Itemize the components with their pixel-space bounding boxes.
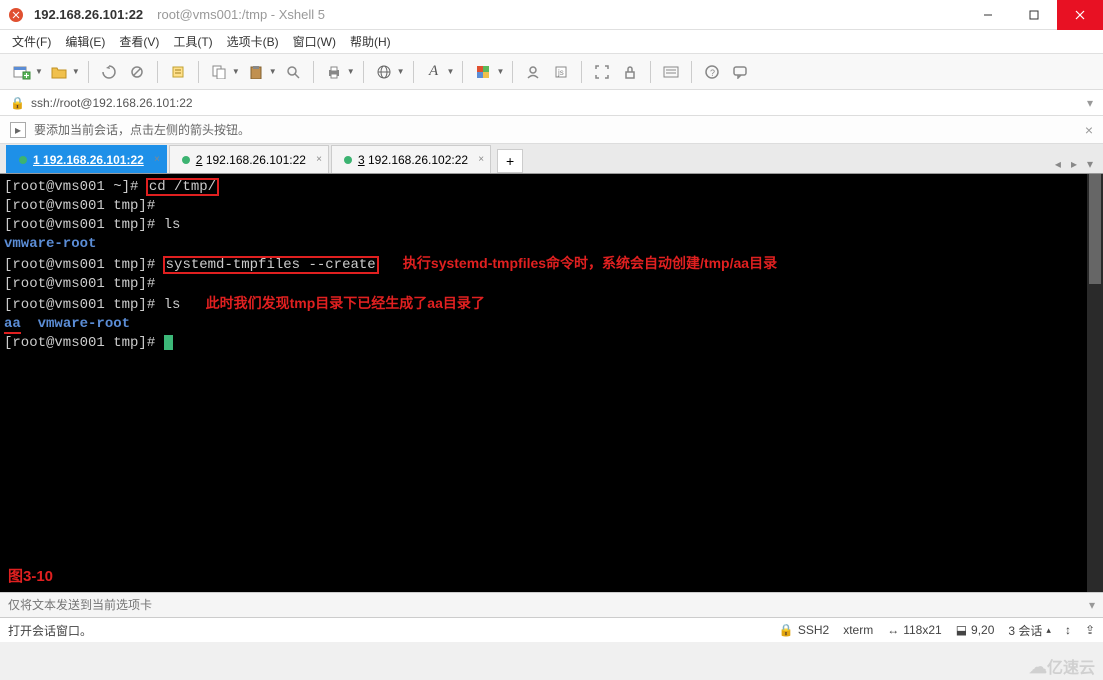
watermark: ☁亿速云 xyxy=(1029,654,1095,678)
lock-icon: 🔒 xyxy=(10,96,25,110)
session-tab-2[interactable]: 2 192.168.26.101:22 × xyxy=(169,145,329,173)
status-cursor-pos: ⬓ 9,20 xyxy=(956,623,995,637)
send-input[interactable] xyxy=(8,598,1089,612)
titlebar: 192.168.26.101:22 root@vms001:/tmp - Xsh… xyxy=(0,0,1103,30)
svg-text:js: js xyxy=(557,68,564,77)
globe-button[interactable]: ▼ xyxy=(372,60,405,84)
maximize-button[interactable] xyxy=(1011,0,1057,30)
reconnect-button[interactable] xyxy=(97,60,121,84)
status-size: ↔ 118x21 xyxy=(887,623,941,637)
tab-list-button[interactable]: ▾ xyxy=(1083,155,1097,173)
user-button[interactable] xyxy=(521,60,545,84)
session-tab-3[interactable]: 3 192.168.26.102:22 × xyxy=(331,145,491,173)
status-ssh: 🔒 SSH2 xyxy=(779,623,829,637)
color-scheme-button[interactable]: ▼ xyxy=(471,60,504,84)
info-bar: ▸ 要添加当前会话，点击左侧的箭头按钮。 × xyxy=(0,116,1103,144)
fullscreen-button[interactable] xyxy=(590,60,614,84)
session-tab-1[interactable]: 1 192.168.26.101:22 × xyxy=(6,145,167,173)
window-title-sub: root@vms001:/tmp - Xshell 5 xyxy=(157,7,325,22)
infobar-close-button[interactable]: × xyxy=(1085,122,1093,138)
svg-text:?: ? xyxy=(710,68,715,78)
send-dropdown[interactable]: ▾ xyxy=(1089,598,1095,612)
menu-tabs[interactable]: 选项卡(B) xyxy=(227,33,279,50)
figure-label: 图3-10 xyxy=(8,565,53,586)
lock-button[interactable] xyxy=(618,60,642,84)
tab-prev-button[interactable]: ◂ xyxy=(1051,155,1065,173)
add-session-arrow-button[interactable]: ▸ xyxy=(10,122,26,138)
menubar: 文件(F) 编辑(E) 查看(V) 工具(T) 选项卡(B) 窗口(W) 帮助(… xyxy=(0,30,1103,54)
paste-button[interactable]: ▼ xyxy=(244,60,277,84)
app-icon xyxy=(8,7,24,23)
status-bar: 打开会话窗口。 🔒 SSH2 xterm ↔ 118x21 ⬓ 9,20 3 会… xyxy=(0,618,1103,642)
status-updown-icon[interactable]: ↕ xyxy=(1065,623,1071,637)
close-button[interactable] xyxy=(1057,0,1103,30)
minimize-button[interactable] xyxy=(965,0,1011,30)
tab-nav: ◂ ▸ ▾ xyxy=(1051,155,1097,173)
status-term-type: xterm xyxy=(843,623,873,637)
new-tab-button[interactable]: + xyxy=(497,149,523,173)
menu-window[interactable]: 窗口(W) xyxy=(293,33,336,50)
window-controls xyxy=(965,0,1103,30)
terminal-container: [root@vms001 ~]# cd /tmp/ [root@vms001 t… xyxy=(0,174,1103,592)
new-session-button[interactable]: ▼ xyxy=(10,60,43,84)
tab-bar: 1 192.168.26.101:22 × 2 192.168.26.101:2… xyxy=(0,144,1103,174)
open-session-button[interactable]: ▼ xyxy=(47,60,80,84)
tab-next-button[interactable]: ▸ xyxy=(1067,155,1081,173)
toolbar: ▼ ▼ ▼ ▼ ▼ ▼ A▼ ▼ js ? xyxy=(0,54,1103,90)
menu-file[interactable]: 文件(F) xyxy=(12,33,51,50)
status-dot-icon xyxy=(344,156,352,164)
status-message: 打开会话窗口。 xyxy=(8,622,92,639)
info-text: 要添加当前会话，点击左侧的箭头按钮。 xyxy=(34,121,250,138)
menu-view[interactable]: 查看(V) xyxy=(119,33,159,50)
address-bar: 🔒 ssh://root@192.168.26.101:22 ▾ xyxy=(0,90,1103,116)
properties-button[interactable] xyxy=(166,60,190,84)
status-caps-icon: ⇪ xyxy=(1085,623,1095,637)
close-tab-icon[interactable]: × xyxy=(478,154,484,165)
close-tab-icon[interactable]: × xyxy=(154,154,160,165)
terminal[interactable]: [root@vms001 ~]# cd /tmp/ [root@vms001 t… xyxy=(0,174,1087,592)
copy-button[interactable]: ▼ xyxy=(207,60,240,84)
menu-edit[interactable]: 编辑(E) xyxy=(65,33,105,50)
print-button[interactable]: ▼ xyxy=(322,60,355,84)
chat-button[interactable] xyxy=(728,60,752,84)
cursor xyxy=(164,335,173,350)
address-dropdown[interactable]: ▾ xyxy=(1087,96,1093,110)
font-button[interactable]: A▼ xyxy=(422,60,455,84)
address-url[interactable]: ssh://root@192.168.26.101:22 xyxy=(31,96,193,110)
disconnect-button[interactable] xyxy=(125,60,149,84)
find-button[interactable] xyxy=(281,60,305,84)
window-title-main: 192.168.26.101:22 xyxy=(34,7,143,22)
script-button[interactable]: js xyxy=(549,60,573,84)
status-sessions: 3 会话 ▴ xyxy=(1008,622,1051,639)
terminal-scrollbar[interactable] xyxy=(1087,174,1103,592)
send-bar: ▾ xyxy=(0,592,1103,618)
help-button[interactable]: ? xyxy=(700,60,724,84)
status-dot-icon xyxy=(19,156,27,164)
keyboard-button[interactable] xyxy=(659,60,683,84)
menu-help[interactable]: 帮助(H) xyxy=(350,33,391,50)
status-dot-icon xyxy=(182,156,190,164)
menu-tools[interactable]: 工具(T) xyxy=(173,33,212,50)
close-tab-icon[interactable]: × xyxy=(316,154,322,165)
